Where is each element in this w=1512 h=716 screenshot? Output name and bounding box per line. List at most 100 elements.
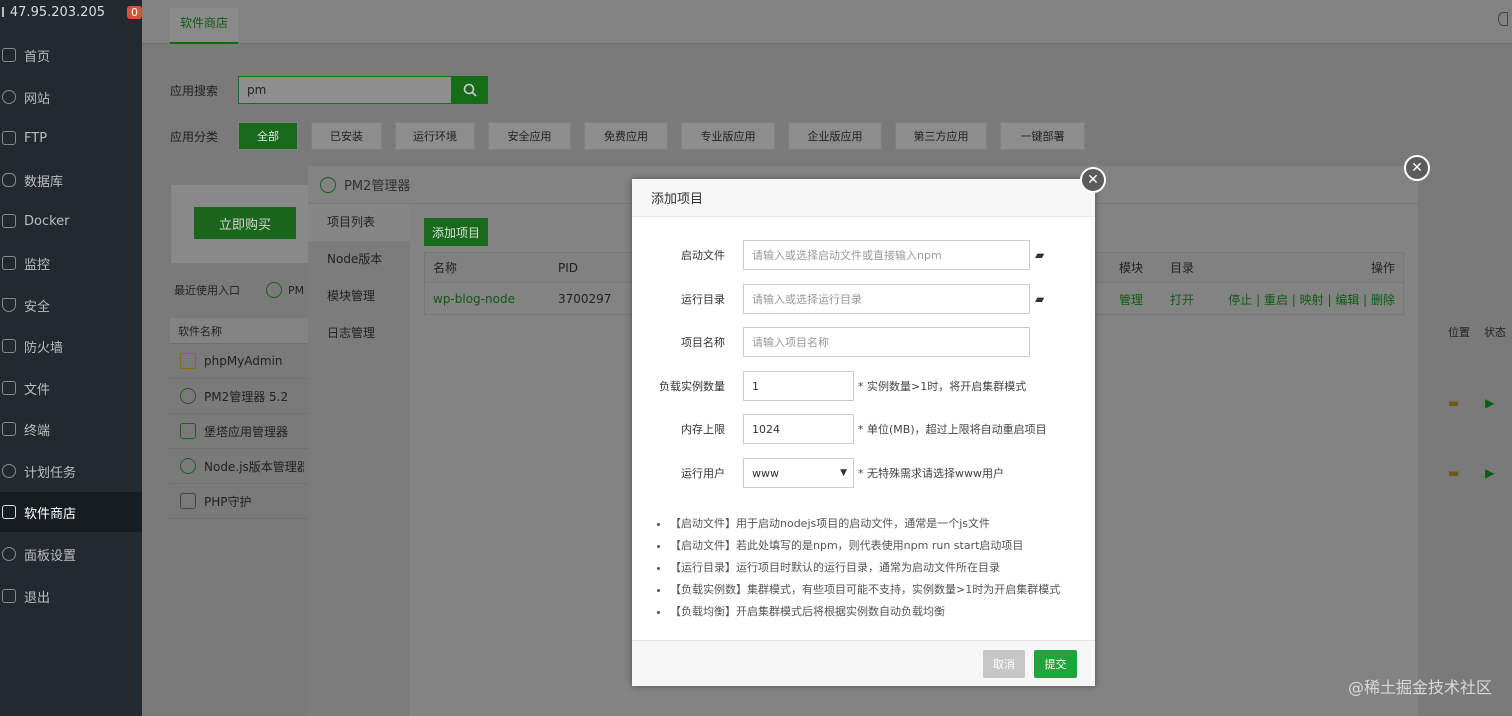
start-file-input[interactable]	[743, 240, 1030, 270]
category-runtime[interactable]: 运行环境	[395, 122, 476, 150]
add-project-button[interactable]: 添加项目	[424, 218, 488, 246]
recent-entries: 最近使用入口 PM	[174, 282, 304, 298]
start-file-label: 启动文件	[681, 249, 725, 262]
memory-input[interactable]	[743, 414, 854, 444]
sidebar-item-store[interactable]: 软件商店	[0, 492, 142, 532]
user-select[interactable]: www ▼	[743, 458, 854, 488]
category-installed[interactable]: 已安装	[311, 122, 383, 150]
open-dir-link[interactable]: 打开	[1170, 291, 1194, 308]
folder-open-icon[interactable]: ▰	[1035, 292, 1044, 306]
sidebar-item-ftp[interactable]: FTP	[0, 118, 142, 158]
category-one-click[interactable]: 一键部署	[1000, 122, 1086, 150]
category-third-party[interactable]: 第三方应用	[895, 122, 988, 150]
nav-log-manage[interactable]: 日志管理	[308, 315, 410, 352]
sidebar-item-logout[interactable]: 退出	[0, 576, 142, 616]
sidebar-item-home[interactable]: 首页	[0, 35, 142, 75]
modal-title: 添加项目	[632, 179, 1095, 217]
search-row: 应用搜索	[170, 76, 489, 104]
logout-icon	[2, 589, 16, 603]
folder-icon[interactable]: ▬	[1448, 396, 1459, 410]
col-status: 状态	[1484, 326, 1506, 339]
search-icon	[463, 83, 477, 97]
folder-icon[interactable]: ▬	[1448, 466, 1459, 480]
modal-close-icon[interactable]: ✕	[1080, 167, 1106, 193]
col-name: 名称	[433, 261, 458, 275]
buy-now-button[interactable]: 立即购买	[194, 207, 296, 239]
modal-footer: 取消 提交	[632, 640, 1095, 686]
user-hint: * 无特殊需求请选择www用户	[858, 467, 1004, 480]
table-row[interactable]: PHP守护	[170, 484, 310, 519]
project-name-input[interactable]	[743, 327, 1030, 357]
instances-row: 负载实例数量 * 实例数量>1时，将开启集群模式	[632, 371, 1026, 401]
project-name-row: 项目名称	[632, 327, 1030, 357]
category-security[interactable]: 安全应用	[488, 122, 572, 150]
play-icon[interactable]: ▶	[1485, 466, 1494, 480]
monitor-icon	[2, 256, 16, 270]
category-enterprise[interactable]: 企业版应用	[788, 122, 883, 150]
top-bar: 软件商店	[142, 0, 1512, 44]
logout-corner-icon[interactable]	[1498, 12, 1508, 26]
pm2-nav: 项目列表 Node版本 模块管理 日志管理	[308, 204, 410, 716]
nav-module-manage[interactable]: 模块管理	[308, 278, 410, 315]
server-icon	[2, 7, 4, 17]
sidebar-item-cron[interactable]: 计划任务	[0, 451, 142, 491]
recent-item[interactable]: PM	[266, 282, 304, 298]
globe-icon	[2, 90, 16, 104]
module-manage-link[interactable]: 管理	[1119, 291, 1143, 308]
sidebar-item-monitor[interactable]: 监控	[0, 243, 142, 283]
ftp-icon	[2, 131, 16, 145]
sidebar-item-settings[interactable]: 面板设置	[0, 534, 142, 574]
terminal-icon	[2, 422, 16, 436]
table-row[interactable]: PM2管理器 5.2	[170, 379, 310, 414]
notification-badge[interactable]: 0	[127, 5, 142, 19]
sidebar-item-security[interactable]: 安全	[0, 285, 142, 325]
category-free[interactable]: 免费应用	[584, 122, 669, 150]
nav-node-version[interactable]: Node版本	[308, 241, 410, 278]
sidebar-item-website[interactable]: 网站	[0, 77, 142, 117]
instances-input[interactable]	[743, 371, 854, 401]
note-item: 【启动文件】若此处填写的是npm，则代表使用npm run start启动项目	[670, 535, 1090, 557]
tab-software-store[interactable]: 软件商店	[170, 8, 239, 44]
software-table-header: 软件名称	[170, 318, 310, 344]
instances-label: 负载实例数量	[659, 380, 725, 393]
memory-hint: * 单位(MB)，超过上限将自动重启项目	[858, 423, 1047, 436]
col-module: 模块	[1119, 261, 1144, 275]
memory-row: 内存上限 * 单位(MB)，超过上限将自动重启项目	[632, 414, 1047, 444]
note-item: 【负载均衡】开启集群模式后将根据实例数自动负载均衡	[670, 601, 1090, 623]
app-manager-icon	[180, 423, 196, 439]
play-icon[interactable]: ▶	[1485, 396, 1494, 410]
sidebar-item-database[interactable]: 数据库	[0, 160, 142, 200]
pm2-close-icon[interactable]: ✕	[1404, 155, 1430, 181]
sidebar-item-docker[interactable]: Docker	[0, 201, 142, 241]
row-actions: ▬ ▶	[1448, 466, 1494, 480]
docker-icon	[2, 214, 16, 228]
instances-hint: * 实例数量>1时，将开启集群模式	[858, 380, 1027, 393]
project-name-link[interactable]: wp-blog-node	[433, 292, 515, 306]
col-ops: 操作	[1370, 261, 1395, 275]
sidebar-item-firewall[interactable]: 防火墙	[0, 326, 142, 366]
submit-button[interactable]: 提交	[1034, 650, 1077, 678]
cancel-button[interactable]: 取消	[983, 650, 1025, 678]
category-label: 应用分类	[170, 129, 219, 144]
gear-icon	[2, 547, 16, 561]
project-ops-links[interactable]: 停止 | 重启 | 映射 | 编辑 | 删除	[1228, 291, 1395, 308]
sidebar-item-files[interactable]: 文件	[0, 368, 142, 408]
table-row[interactable]: Node.js版本管理器 1	[170, 449, 310, 484]
server-ip-text: 47.95.203.205	[9, 4, 105, 20]
category-all[interactable]: 全部	[238, 122, 299, 150]
run-dir-input[interactable]	[743, 284, 1030, 314]
sidebar-item-terminal[interactable]: 终端	[0, 409, 142, 449]
search-input[interactable]	[238, 76, 453, 104]
folder-open-icon[interactable]: ▰	[1035, 248, 1044, 262]
phpmyadmin-icon	[180, 353, 196, 369]
table-row[interactable]: 堡塔应用管理器	[170, 414, 310, 449]
project-name-label: 项目名称	[681, 336, 725, 349]
sidebar: 47.95.203.205 0 首页 网站 FTP 数据库 Docker 监控 …	[0, 0, 142, 716]
nav-project-list[interactable]: 项目列表	[308, 204, 410, 241]
recent-label: 最近使用入口	[174, 284, 240, 297]
search-button[interactable]	[452, 76, 489, 104]
note-item: 【负载实例数】集群模式，有些项目可能不支持，实例数量>1时为开启集群模式	[670, 579, 1090, 601]
category-pro[interactable]: 专业版应用	[681, 122, 776, 150]
col-pid: PID	[558, 260, 579, 275]
table-row[interactable]: phpMyAdmin	[170, 344, 310, 379]
